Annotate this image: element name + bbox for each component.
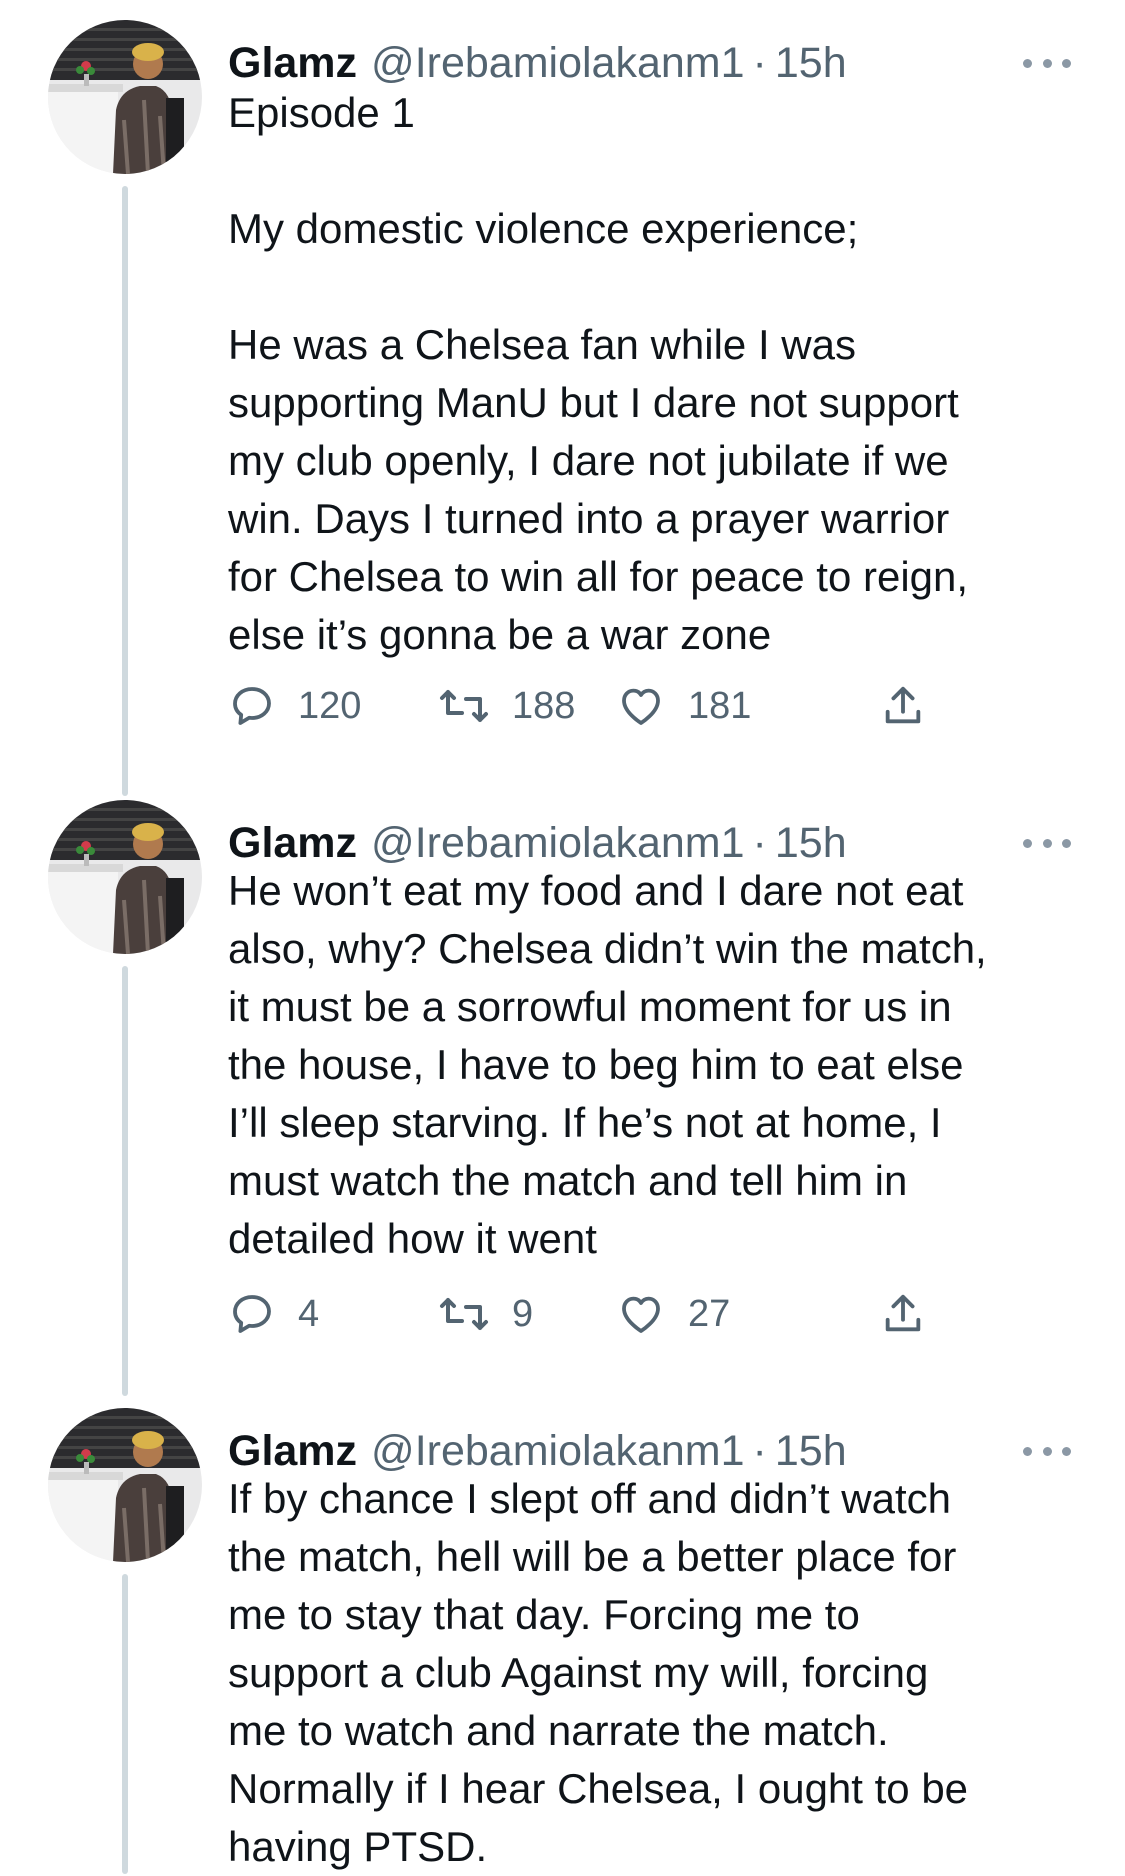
- tweet-header: Glamz @Irebamiolakanm1 · 15h: [228, 818, 847, 868]
- more-icon[interactable]: [1023, 828, 1071, 858]
- like-count: 27: [688, 1292, 731, 1335]
- tweet-header: Glamz @Irebamiolakanm1 · 15h: [228, 38, 847, 88]
- share-button[interactable]: [880, 678, 926, 734]
- avatar[interactable]: [48, 1408, 202, 1562]
- reply-icon: [228, 1290, 276, 1338]
- separator-dot: ·: [752, 819, 767, 867]
- avatar[interactable]: [48, 20, 202, 174]
- author-handle[interactable]: @Irebamiolakanm1: [371, 38, 744, 88]
- tweet-text: He won’t eat my food and I dare not eat …: [228, 867, 987, 1262]
- author-name[interactable]: Glamz: [228, 38, 357, 88]
- tweet-text: Episode 1 My domestic violence experienc…: [228, 89, 969, 658]
- like-button[interactable]: 27: [616, 1286, 730, 1342]
- reply-icon: [228, 682, 276, 730]
- separator-dot: ·: [752, 39, 767, 87]
- like-button[interactable]: 181: [616, 678, 751, 734]
- reply-count: 4: [298, 1292, 320, 1335]
- retweet-icon: [438, 1290, 490, 1338]
- heart-icon: [616, 682, 666, 730]
- thread-line: [122, 1574, 128, 1874]
- timestamp[interactable]: 15h: [775, 1426, 847, 1476]
- retweet-button[interactable]: 9: [438, 1286, 533, 1342]
- reply-count: 120: [298, 684, 362, 727]
- retweet-button[interactable]: 188: [438, 678, 575, 734]
- reply-button[interactable]: 120: [228, 678, 361, 734]
- more-icon[interactable]: [1023, 1436, 1071, 1466]
- author-handle[interactable]: @Irebamiolakanm1: [371, 818, 744, 868]
- thread-line: [122, 186, 128, 796]
- author-name[interactable]: Glamz: [228, 818, 357, 868]
- timestamp[interactable]: 15h: [775, 38, 847, 88]
- share-button[interactable]: [880, 1286, 926, 1342]
- share-icon: [880, 1290, 926, 1338]
- more-icon[interactable]: [1023, 48, 1071, 78]
- share-icon: [880, 682, 926, 730]
- avatar[interactable]: [48, 800, 202, 954]
- reply-button[interactable]: 4: [228, 1286, 319, 1342]
- timestamp[interactable]: 15h: [775, 818, 847, 868]
- separator-dot: ·: [752, 1427, 767, 1475]
- tweet-text: If by chance I slept off and didn’t watc…: [228, 1475, 969, 1870]
- author-handle[interactable]: @Irebamiolakanm1: [371, 1426, 744, 1476]
- tweet-actions: 120 188 181: [228, 678, 948, 734]
- retweet-icon: [438, 682, 490, 730]
- like-count: 181: [688, 684, 752, 727]
- author-name[interactable]: Glamz: [228, 1426, 357, 1476]
- retweet-count: 188: [512, 684, 576, 727]
- tweet-header: Glamz @Irebamiolakanm1 · 15h: [228, 1426, 847, 1476]
- retweet-count: 9: [512, 1292, 534, 1335]
- thread-line: [122, 966, 128, 1396]
- tweet-actions: 4 9 27: [228, 1286, 948, 1342]
- heart-icon: [616, 1290, 666, 1338]
